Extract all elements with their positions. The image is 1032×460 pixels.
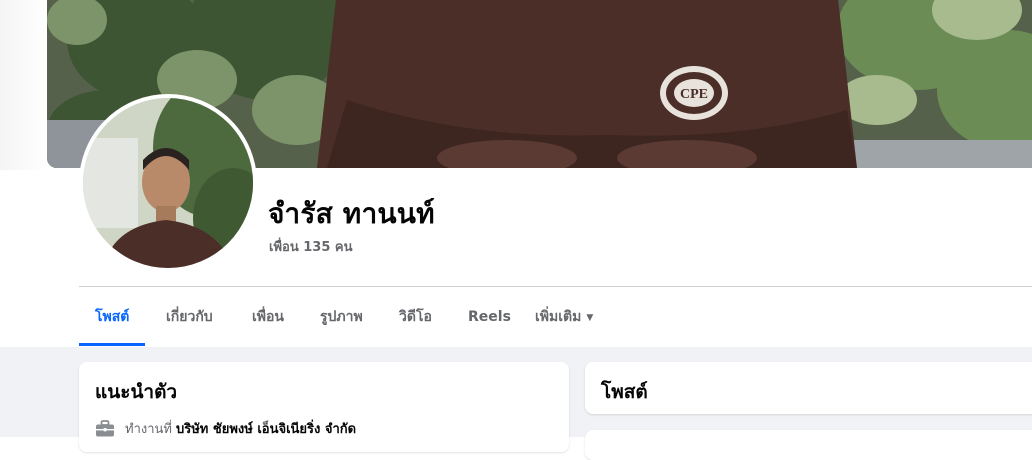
posts-title: โพสต์: [601, 381, 648, 403]
profile-avatar[interactable]: [79, 94, 257, 272]
tab-videos[interactable]: วิดีโอ: [399, 288, 432, 346]
briefcase-icon: [95, 420, 115, 442]
profile-name: จำรัส ทานนท์: [268, 197, 435, 230]
caret-down-icon: ▼: [586, 313, 594, 323]
page-edge: [0, 0, 48, 170]
tab-about[interactable]: เกี่ยวกับ: [166, 288, 213, 346]
tab-photos[interactable]: รูปภาพ: [320, 288, 363, 346]
friends-count-link[interactable]: เพื่อน 135 คน: [269, 236, 352, 257]
intro-card: แนะนำตัว ทำงานที่ บริษัท ชัยพงษ์ เอ็นจิเน…: [79, 362, 569, 452]
tab-more[interactable]: เพิ่มเติม ▼: [535, 288, 593, 346]
tab-more-label: เพิ่มเติม: [535, 309, 582, 325]
posts-card: โพสต์: [585, 362, 1032, 414]
tab-reels[interactable]: Reels: [468, 288, 511, 346]
tab-friends[interactable]: เพื่อน: [252, 288, 284, 346]
post-composer-card: [585, 430, 1032, 460]
avatar-image: [83, 98, 253, 268]
tab-posts[interactable]: โพสต์: [78, 288, 146, 346]
header-divider: [79, 286, 1032, 287]
profile-tabs: โพสต์ เกี่ยวกับ เพื่อน รูปภาพ วิดีโอ Ree…: [78, 288, 1032, 346]
cpe-logo: CPE: [660, 66, 728, 120]
work-prefix: ทำงานที่: [125, 422, 172, 437]
intro-title: แนะนำตัว: [95, 381, 178, 403]
work-company-link[interactable]: บริษัท ชัยพงษ์ เอ็นจิเนียริ่ง จำกัด: [176, 422, 356, 437]
svg-text:CPE: CPE: [680, 87, 708, 102]
